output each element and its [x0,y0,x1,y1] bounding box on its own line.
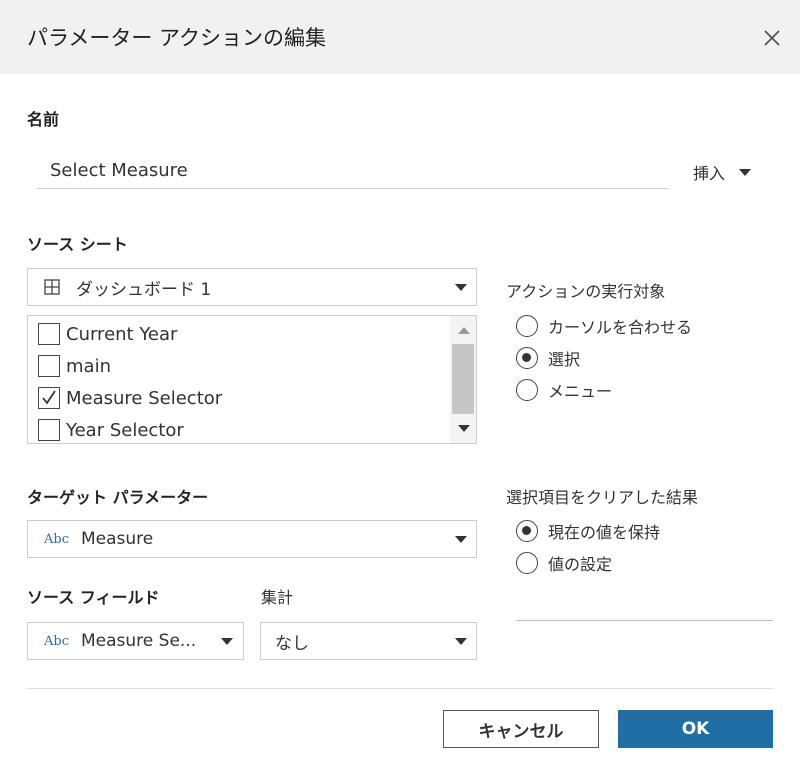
list-item-measure-selector[interactable]: Measure Selector [38,385,222,411]
chevron-down-icon [455,536,467,543]
list-item-label: main [66,355,111,377]
radio-label: 値の設定 [548,555,613,574]
chevron-down-icon [739,168,752,176]
source-sheet-label: ソース シート [27,235,128,254]
list-item-current-year[interactable]: Current Year [38,321,177,347]
run-action-on-label: アクションの実行対象 [506,282,666,301]
source-field-value: Measure Se... [81,631,197,651]
radio-set-value[interactable]: 値の設定 [516,551,612,575]
source-field-label: ソース フィールド [27,588,160,607]
name-input[interactable] [37,153,669,189]
list-item-label: Year Selector [66,419,184,441]
dashboard-select[interactable]: ダッシュボード 1 [27,268,477,306]
insert-label: 挿入 [693,164,726,183]
checkmark-icon [42,390,56,405]
chevron-down-icon [221,638,233,645]
radio-label: 現在の値を保持 [548,523,661,542]
source-field-select[interactable]: Abc Measure Se... [27,622,244,660]
scrollbar[interactable] [450,316,476,443]
list-item-main[interactable]: main [38,353,111,379]
radio-keep-current-value[interactable]: 現在の値を保持 [516,519,660,543]
value-input-line[interactable] [516,620,773,621]
grid-icon [44,279,60,295]
list-item-label: Current Year [66,323,178,345]
radio-label: メニュー [548,382,613,401]
scrollbar-thumb[interactable] [452,344,474,414]
clear-selection-label: 選択項目をクリアした結果 [506,488,699,507]
radio-label: 選択 [548,350,581,369]
radio-hover[interactable]: カーソルを合わせる [516,314,692,338]
dialog-title-bar: パラメーター アクションの編集 [0,0,800,74]
target-parameter-label: ターゲット パラメーター [27,488,209,507]
scroll-up-arrow-icon[interactable] [458,327,470,334]
radio-button[interactable] [516,315,538,337]
chevron-down-icon [455,284,467,291]
checkbox[interactable] [38,355,60,377]
cancel-button[interactable]: キャンセル [443,710,599,748]
radio-button-selected[interactable] [516,347,538,369]
aggregation-value: なし [275,633,309,654]
list-item-year-selector[interactable]: Year Selector [38,417,184,443]
radio-button-selected[interactable] [516,520,538,542]
aggregation-select[interactable]: なし [260,622,477,660]
abc-type-icon: Abc [44,531,69,547]
source-sheet-list[interactable]: Current Year main Measure Selector Year … [27,315,477,444]
radio-label: カーソルを合わせる [548,318,693,337]
dialog-title: パラメーター アクションの編集 [27,26,326,50]
insert-button[interactable]: 挿入 [693,160,752,184]
ok-button[interactable]: OK [618,710,773,748]
abc-type-icon: Abc [44,633,69,649]
radio-button[interactable] [516,552,538,574]
scroll-down-arrow-icon[interactable] [458,425,470,432]
checkbox[interactable] [38,323,60,345]
radio-select[interactable]: 選択 [516,346,580,370]
radio-menu[interactable]: メニュー [516,378,612,402]
close-icon[interactable] [758,24,786,52]
dashboard-select-value: ダッシュボード 1 [76,279,212,300]
divider [27,688,773,689]
checkbox-checked[interactable] [38,387,60,409]
chevron-down-icon [455,638,467,645]
target-parameter-select[interactable]: Abc Measure [27,520,477,558]
radio-button[interactable] [516,379,538,401]
name-label: 名前 [27,110,60,129]
list-item-label: Measure Selector [66,387,223,409]
target-parameter-value: Measure [81,529,154,549]
checkbox[interactable] [38,419,60,441]
aggregation-label: 集計 [261,588,294,607]
